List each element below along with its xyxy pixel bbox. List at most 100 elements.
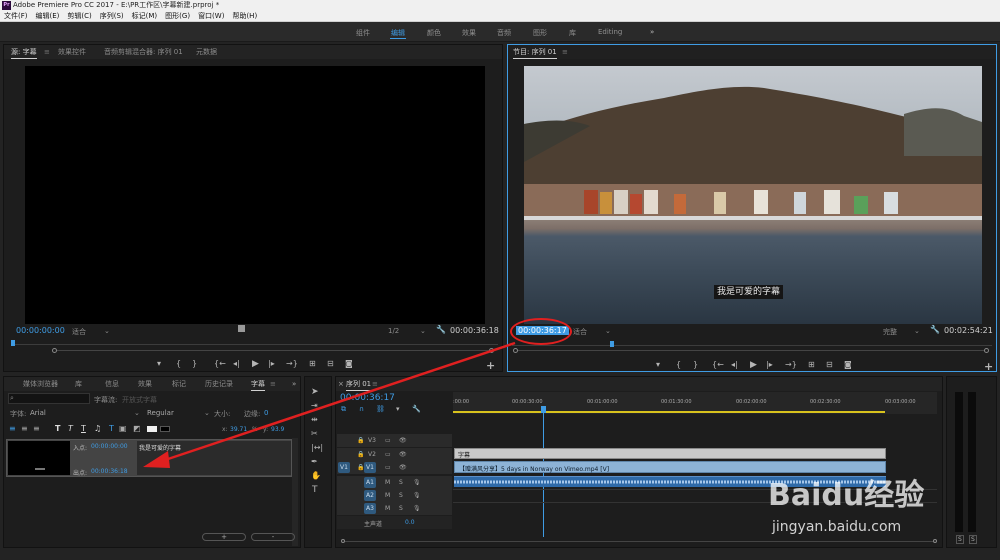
tab-libraries[interactable]: 库 [75,377,82,391]
background-color-icon[interactable]: ▣ [119,424,127,433]
sync-lock-icon[interactable]: ▭ [385,437,391,444]
step-forward-icon[interactable]: |▸ [268,359,275,368]
track-select-tool-icon[interactable]: ⇥ [311,401,318,410]
workspace-editing-alt[interactable]: Editing [598,28,622,36]
lift-icon[interactable]: ⊞ [808,360,815,369]
work-area-bar[interactable] [453,411,885,413]
timeline-timecode[interactable]: 00:00:36:17 [340,393,395,403]
step-back-icon[interactable]: ◂| [731,360,738,369]
program-zoom-bar[interactable] [518,350,984,351]
eye-icon[interactable]: 👁 [399,451,407,458]
add-button-icon[interactable]: + [486,359,495,372]
snap-icon[interactable]: ∩ [359,405,364,413]
solo-button[interactable]: S [399,505,403,512]
go-to-out-icon[interactable]: →} [286,359,298,368]
eye-icon[interactable]: 👁 [399,464,407,471]
program-fit-dropdown[interactable]: 适合 [573,327,587,337]
add-caption-button[interactable]: + [202,533,246,541]
mark-in-icon[interactable]: { [676,360,681,369]
workspace-color[interactable]: 颜色 [427,28,441,38]
menu-help[interactable]: 帮助(H) [228,11,261,22]
workspace-effects[interactable]: 效果 [462,28,476,38]
nest-icon[interactable]: ⧉ [341,405,346,414]
source-zoom-handle-right[interactable] [489,348,494,353]
play-icon[interactable]: ▶ [750,360,757,370]
step-back-icon[interactable]: ◂| [233,359,240,368]
wrench-icon[interactable]: 🔧 [436,325,446,334]
linked-selection-icon[interactable]: ⛓ [376,405,385,413]
tab-captions[interactable]: 字幕 [251,377,265,391]
source-time-ruler[interactable] [12,344,498,345]
menu-edit[interactable]: 编辑(E) [32,11,64,22]
workspace-libraries[interactable]: 库 [569,28,576,38]
caption-in-timecode[interactable]: 00:00:00:00 [91,443,128,450]
play-icon[interactable]: ▶ [252,359,259,369]
more-tabs-icon[interactable]: » [292,377,296,391]
step-forward-icon[interactable]: |▸ [766,360,773,369]
timeline-zoom-handle-right[interactable] [933,539,937,543]
add-marker-icon[interactable]: ▾ [157,359,161,368]
text-color-icon[interactable]: T [109,424,114,433]
menu-clip[interactable]: 剪辑(C) [63,11,95,22]
go-to-in-icon[interactable]: {← [712,360,724,369]
wrench-icon[interactable]: 🔧 [412,405,421,413]
microphone-icon[interactable]: 🎙 [413,505,421,512]
workspace-graphics[interactable]: 图形 [533,28,547,38]
menu-graphics[interactable]: 图形(G) [161,11,194,22]
tab-effect-controls[interactable]: 效果控件 [58,45,86,59]
wrench-icon[interactable]: 🔧 [930,325,940,334]
panel-menu-icon[interactable]: ≡ [372,377,378,391]
hand-tool-icon[interactable]: ✋ [311,471,321,480]
mark-out-icon[interactable]: } [693,360,698,369]
marker-icon[interactable] [238,325,245,332]
lock-icon[interactable]: 🔒 [357,437,364,444]
add-button-icon[interactable]: + [984,360,993,373]
microphone-icon[interactable]: 🎙 [413,492,421,499]
track-label-v2[interactable]: V2 [368,451,376,458]
tab-sequence-01[interactable]: 序列 01 [346,377,372,391]
program-quality-dropdown[interactable]: 完整 [883,327,897,337]
pen-tool-icon[interactable]: ✒ [311,457,318,466]
workspace-editing[interactable]: 编辑 [391,28,405,38]
type-tool-icon[interactable]: T [312,485,318,495]
color-swatch-black[interactable] [160,426,170,432]
source-fit-dropdown[interactable]: 适合 [72,327,86,337]
mark-in-icon[interactable]: { [176,359,181,368]
caption-out-timecode[interactable]: 00:00:36:18 [91,468,128,475]
go-to-in-icon[interactable]: {← [214,359,226,368]
music-note-icon[interactable]: ♫ [94,424,101,433]
timeline-playhead-handle[interactable] [541,406,546,413]
lock-icon[interactable]: 🔒 [357,451,364,458]
timeline-zoom-bar[interactable] [345,541,933,542]
add-marker-icon[interactable]: ▾ [656,360,660,369]
caption-entry-row[interactable]: 入点: 00:00:00:00 出点: 00:00:36:18 我是可爱的字幕 [6,439,292,477]
slip-tool-icon[interactable]: |↔| [311,443,323,452]
track-label-a2[interactable]: A2 [364,490,376,501]
font-style-dropdown[interactable]: Regular [147,409,174,417]
razor-tool-icon[interactable]: ✂ [311,429,318,438]
extract-icon[interactable]: ⊟ [826,360,833,369]
captions-search-input[interactable]: ⌕ [8,393,90,404]
solo-button[interactable]: S [399,492,403,499]
caption-stream-value[interactable]: 开放式字幕 [122,395,157,405]
outline-value[interactable]: 0 [264,409,268,417]
export-frame-icon[interactable]: ◙ [844,360,852,369]
tab-effects[interactable]: 效果 [138,377,152,391]
bold-icon[interactable]: T [55,424,60,433]
chevron-down-icon[interactable]: ⌄ [605,327,611,335]
align-left-icon[interactable]: ≡ [9,424,16,433]
position-x-value[interactable]: 39.71 [230,426,247,433]
chevron-down-icon[interactable]: ⌄ [420,327,426,335]
source-playhead[interactable] [11,340,15,346]
export-frame-icon[interactable]: ◙ [345,359,353,368]
align-center-icon[interactable]: ≡ [21,424,28,433]
track-label-v3[interactable]: V3 [368,437,376,444]
italic-icon[interactable]: T [68,424,73,433]
ripple-edit-tool-icon[interactable]: ⇹ [311,415,318,424]
caption-text-field[interactable]: 我是可爱的字幕 [137,441,291,475]
workspace-more-icon[interactable]: » [650,28,654,36]
chevron-down-icon[interactable]: ⌄ [134,409,140,417]
panel-menu-icon[interactable]: ≡ [270,377,276,391]
mute-button[interactable]: M [385,505,390,512]
source-resolution-dropdown[interactable]: 1/2 [388,327,399,335]
